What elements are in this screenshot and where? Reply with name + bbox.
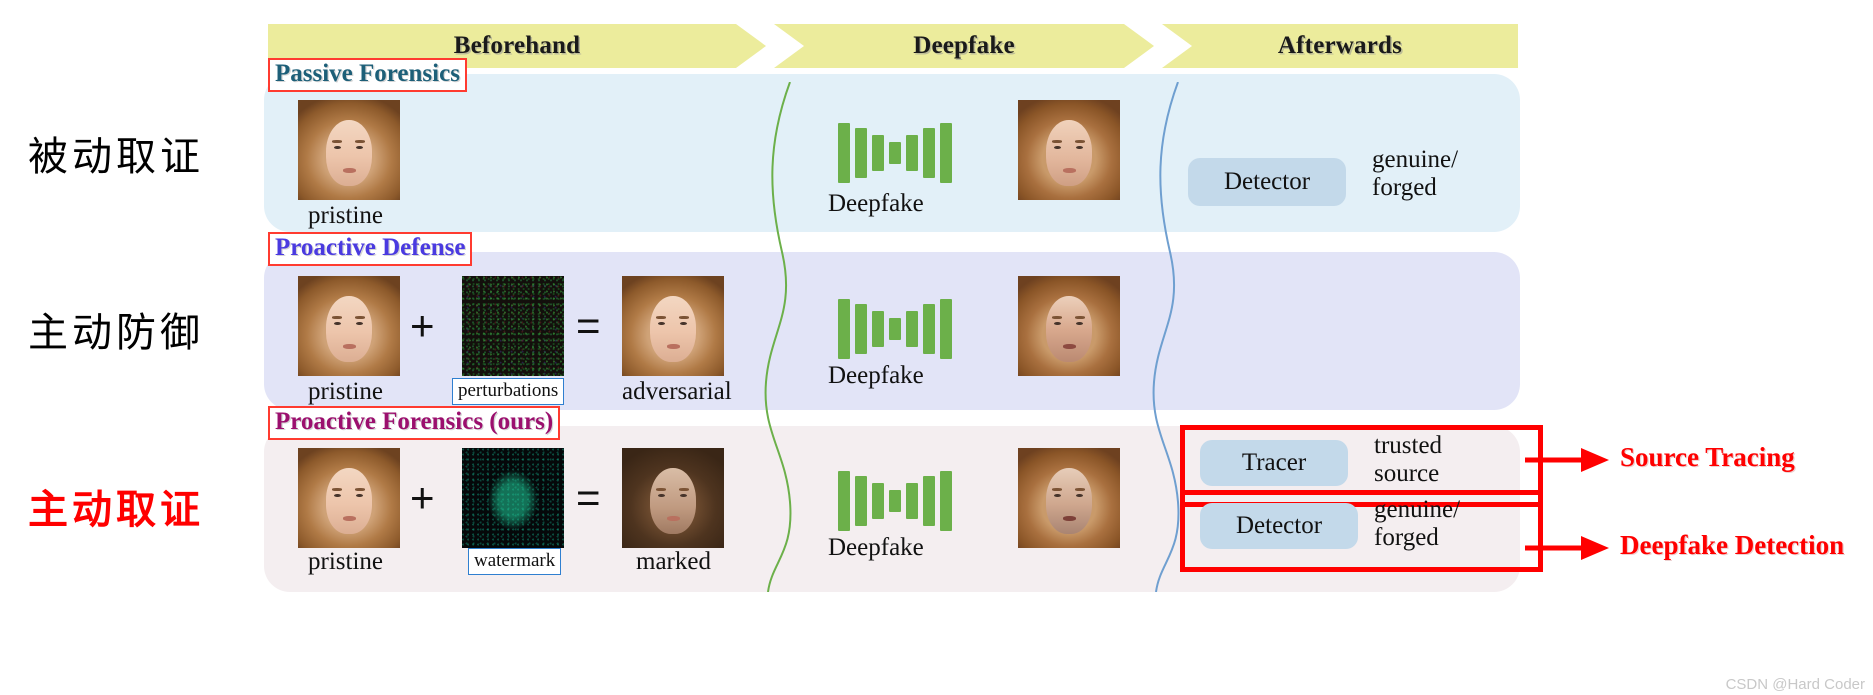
row3-detector-label: Detector <box>1235 512 1323 539</box>
row1-deepfake-caption: Deepfake <box>828 190 924 217</box>
row2-disrupted-face-image <box>1018 276 1120 376</box>
stage-label-beforehand: Beforehand <box>453 32 581 59</box>
row3-watermark-noise-image <box>462 448 564 548</box>
row3-tracer-label: Tracer <box>1241 449 1307 476</box>
row3-detector-output: genuine/ forged <box>1374 496 1460 552</box>
row1-detector-output-line2: forged <box>1372 174 1437 201</box>
row3-detector-output-line1: genuine/ <box>1374 496 1461 523</box>
row3-forged-marked-face-image <box>1018 448 1120 548</box>
side-label-passive-forensics: 被动取证 <box>28 134 204 180</box>
row3-tracer-output: trusted source <box>1374 432 1442 488</box>
row3-pristine-face-image <box>298 448 400 548</box>
row2-pristine-face-image <box>298 276 400 376</box>
arrow-source-tracing-icon <box>1525 448 1609 472</box>
side-label-proactive-forensics: 主动取证 <box>28 486 204 533</box>
row2-plus-operator: + <box>410 302 435 349</box>
row1-forged-face-image <box>1018 100 1120 200</box>
stage-label-afterwards: Afterwards <box>1277 32 1403 59</box>
side-label-proactive-defense: 主动防御 <box>28 310 204 356</box>
row3-marked-caption: marked <box>636 548 711 575</box>
row2-pristine-caption: pristine <box>308 378 383 405</box>
row2-deepfake-bars-icon <box>838 298 952 360</box>
row-tag-proactive-defense: Proactive Defense <box>268 232 473 267</box>
callout-source-tracing: Source Tracing <box>1620 442 1795 472</box>
row1-pristine-caption: pristine <box>308 202 383 229</box>
row2-deepfake-caption: Deepfake <box>828 362 924 389</box>
row2-adversarial-caption: adversarial <box>622 378 732 405</box>
stage-label-deepfake: Deepfake <box>913 32 1015 59</box>
row1-deepfake-bars-icon <box>838 122 952 184</box>
row2-perturbation-noise-image <box>462 276 564 376</box>
row3-detector-pill[interactable]: Detector <box>1200 503 1358 549</box>
stage-chevron-afterwards: Afterwards <box>1162 24 1518 68</box>
row1-detector-pill[interactable]: Detector <box>1188 158 1346 206</box>
row3-pristine-caption: pristine <box>308 548 383 575</box>
callout-deepfake-detection: Deepfake Detection <box>1620 530 1845 560</box>
separator-wave-green <box>764 82 792 592</box>
row2-perturbations-caption: perturbations <box>452 378 565 405</box>
credit-watermark: CSDN @Hard Coder <box>1725 676 1865 693</box>
row-tag-passive-forensics: Passive Forensics <box>268 58 467 93</box>
row1-detector-output-line1: genuine/ <box>1372 146 1459 173</box>
row3-detector-output-line2: forged <box>1374 524 1439 551</box>
row3-equals-operator: = <box>576 474 601 521</box>
row1-detector-label: Detector <box>1223 168 1311 195</box>
stage-chevron-deepfake: Deepfake <box>774 24 1154 68</box>
row3-deepfake-caption: Deepfake <box>828 534 924 561</box>
row3-tracer-output-line1: trusted <box>1374 432 1443 459</box>
arrow-deepfake-detection-icon <box>1525 536 1609 560</box>
row1-detector-output: genuine/ forged <box>1372 146 1458 202</box>
row3-tracer-pill[interactable]: Tracer <box>1200 440 1348 486</box>
row2-adversarial-face-image <box>622 276 724 376</box>
row3-plus-operator: + <box>410 474 435 521</box>
row3-deepfake-bars-icon <box>838 470 952 532</box>
row1-pristine-face-image <box>298 100 400 200</box>
row3-watermark-caption: watermark <box>468 548 562 575</box>
row2-equals-operator: = <box>576 302 601 349</box>
row3-marked-face-image <box>622 448 724 548</box>
row-tag-proactive-forensics: Proactive Forensics (ours) <box>268 406 561 441</box>
row3-tracer-output-line2: source <box>1374 460 1440 487</box>
